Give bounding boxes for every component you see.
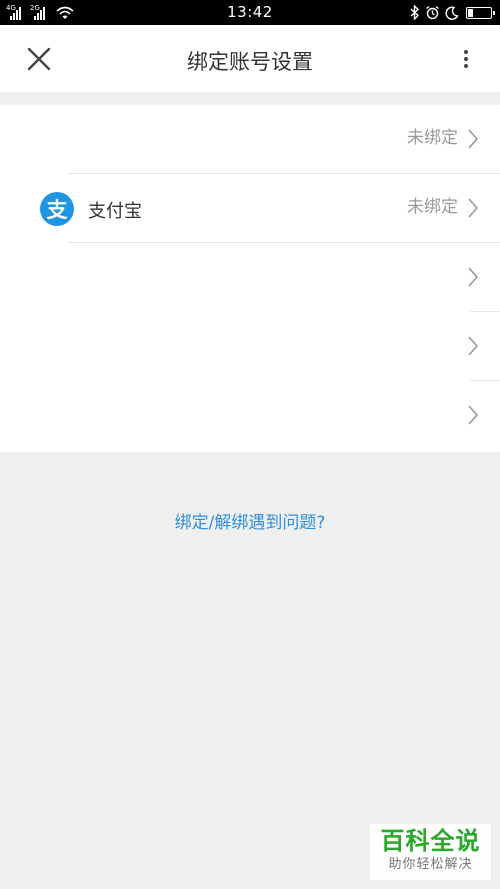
bind-status: 未绑定 [407, 128, 458, 148]
help-link[interactable]: 绑定/解绑遇到问题? [0, 508, 500, 533]
status-bar: 4G 2G 13:42 [0, 0, 500, 25]
more-vertical-icon[interactable] [458, 47, 474, 71]
chevron-right-icon [468, 336, 479, 356]
app-bar: 绑定账号设置 [0, 25, 500, 92]
list-item[interactable] [0, 381, 500, 450]
bluetooth-icon [410, 5, 420, 20]
account-name: 支付宝 [88, 201, 142, 222]
alarm-icon [426, 5, 439, 20]
account-list: 未绑定 支 支付宝 未绑定 [0, 105, 500, 452]
chevron-right-icon [468, 267, 479, 287]
list-item[interactable]: 未绑定 [0, 105, 500, 174]
status-icons [410, 4, 495, 21]
list-item[interactable] [0, 312, 500, 381]
chevron-right-icon [468, 198, 479, 218]
chevron-right-icon [468, 405, 479, 425]
list-item-alipay[interactable]: 支 支付宝 未绑定 [0, 174, 500, 243]
alipay-icon: 支 [40, 192, 74, 226]
page-title: 绑定账号设置 [187, 50, 313, 74]
list-item[interactable] [0, 243, 500, 312]
watermark-subtitle: 助你轻松解决 [388, 857, 473, 872]
watermark-title: 百科全说 [380, 827, 481, 855]
chevron-right-icon [468, 129, 479, 149]
watermark-logo: 百科全说 助你轻松解决 [370, 824, 491, 880]
moon-icon [445, 6, 459, 20]
bind-status: 未绑定 [407, 197, 458, 217]
battery-icon [466, 6, 495, 19]
